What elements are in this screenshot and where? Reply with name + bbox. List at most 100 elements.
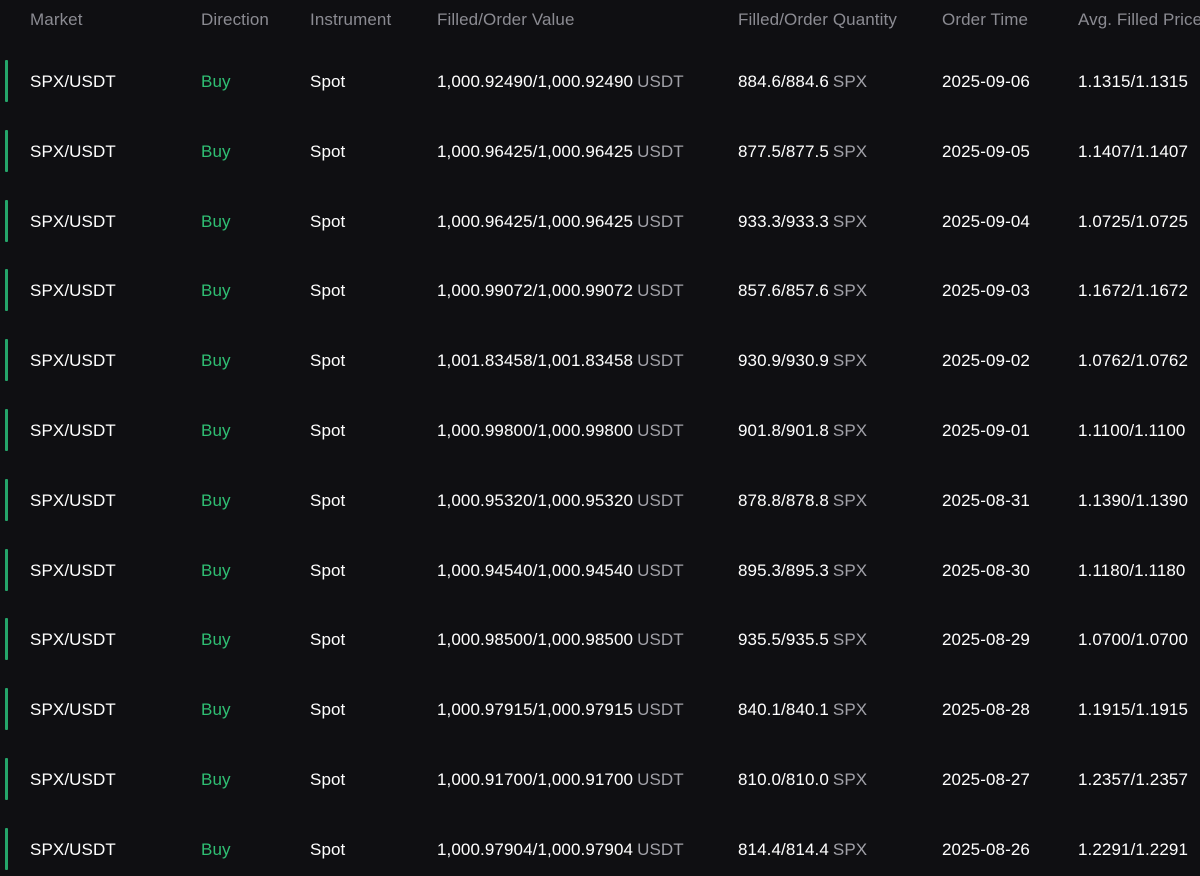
table-row[interactable]: SPX/USDT Buy Spot 1,000.92490/1,000.92490 US…	[0, 48, 1200, 116]
table-row[interactable]: SPX/USDT Buy Spot 1,000.98500/1,000.98500 US…	[0, 606, 1200, 674]
cell-filled-order-value: 1,001.83458/1,001.83458 USDT	[437, 351, 684, 371]
value-unit: USDT	[637, 72, 684, 91]
quantity-unit: SPX	[832, 490, 868, 510]
cell-instrument: Spot	[310, 700, 346, 720]
row-accent-bar	[5, 758, 8, 800]
row-accent-bar	[5, 129, 8, 172]
quantity-amount: 814.4/814.4	[738, 839, 829, 859]
row-accent-bar	[5, 618, 8, 661]
cell-avg-filled-price: 1.1100/1.1100	[1078, 421, 1186, 440]
column-header-quantity[interactable]: Filled/Order Quantity	[738, 10, 897, 30]
cell-filled-order-value: 1,000.94540/1,000.94540 USDT	[437, 561, 684, 581]
cell-order-time: 2025-09-06	[942, 72, 1030, 91]
value-unit: USDT	[637, 630, 684, 650]
column-header-value[interactable]: Filled/Order Value	[437, 10, 575, 30]
cell-filled-order-quantity: 857.6/857.6 SPX	[738, 281, 867, 301]
cell-direction: Buy	[201, 839, 231, 859]
table-row[interactable]: SPX/USDT Buy Spot 1,000.97904/1,000.97904 US…	[0, 816, 1200, 876]
cell-order-time: 2025-09-01	[942, 421, 1030, 440]
cell-direction: Buy	[201, 770, 231, 789]
cell-direction: Buy	[201, 211, 231, 231]
column-header-order-time[interactable]: Order Time	[942, 10, 1028, 30]
cell-market: SPX/USDT	[30, 560, 116, 580]
table-row[interactable]: SPX/USDT Buy Spot 1,000.99800/1,000.99800 US…	[0, 397, 1200, 465]
cell-avg-filled-price: 1.1315/1.1315	[1078, 72, 1189, 91]
cell-direction: Buy	[201, 560, 231, 580]
value-amount: 1,000.96425/1,000.96425	[437, 141, 634, 161]
cell-filled-order-value: 1,000.96425/1,000.96425 USDT	[437, 142, 684, 162]
cell-instrument: Spot	[310, 351, 346, 371]
quantity-unit: SPX	[832, 72, 868, 91]
column-header-direction[interactable]: Direction	[201, 10, 269, 30]
quantity-unit: SPX	[832, 421, 868, 440]
quantity-unit: SPX	[832, 281, 868, 301]
cell-filled-order-quantity: 840.1/840.1 SPX	[738, 700, 867, 720]
quantity-amount: 810.0/810.0	[738, 770, 829, 789]
cell-avg-filled-price: 1.1915/1.1915	[1078, 700, 1189, 720]
quantity-amount: 901.8/901.8	[738, 421, 829, 440]
cell-order-time: 2025-08-29	[942, 630, 1030, 650]
cell-market: SPX/USDT	[30, 770, 116, 789]
value-unit: USDT	[637, 490, 684, 510]
cell-avg-filled-price: 1.0700/1.0700	[1078, 630, 1189, 650]
table-row[interactable]: SPX/USDT Buy Spot 1,000.96425/1,000.96425 US…	[0, 188, 1200, 256]
table-row[interactable]: SPX/USDT Buy Spot 1,000.99072/1,000.99072 US…	[0, 257, 1200, 325]
value-amount: 1,000.99072/1,000.99072	[437, 281, 634, 301]
column-header-avg-price[interactable]: Avg. Filled Price	[1078, 10, 1200, 30]
cell-instrument: Spot	[310, 560, 346, 580]
cell-instrument: Spot	[310, 211, 346, 231]
cell-filled-order-value: 1,000.92490/1,000.92490 USDT	[437, 72, 684, 92]
cell-market: SPX/USDT	[30, 141, 116, 161]
cell-market: SPX/USDT	[30, 630, 116, 650]
table-row[interactable]: SPX/USDT Buy Spot 1,001.83458/1,001.83458 US…	[0, 327, 1200, 395]
cell-avg-filled-price: 1.1180/1.1180	[1078, 560, 1186, 580]
cell-filled-order-quantity: 884.6/884.6 SPX	[738, 72, 867, 92]
cell-direction: Buy	[201, 141, 231, 161]
value-amount: 1,000.96425/1,000.96425	[437, 211, 634, 231]
quantity-amount: 884.6/884.6	[738, 72, 829, 91]
cell-avg-filled-price: 1.1407/1.1407	[1078, 141, 1189, 161]
row-accent-bar	[5, 339, 8, 382]
cell-filled-order-value: 1,000.99800/1,000.99800 USDT	[437, 421, 684, 441]
cell-filled-order-quantity: 901.8/901.8 SPX	[738, 421, 867, 441]
row-accent-bar	[5, 478, 8, 521]
order-history-table: Market Direction Instrument Filled/Order…	[0, 0, 1200, 876]
cell-instrument: Spot	[310, 630, 346, 650]
cell-direction: Buy	[201, 351, 231, 371]
cell-market: SPX/USDT	[30, 351, 116, 371]
cell-order-time: 2025-09-03	[942, 281, 1030, 301]
value-unit: USDT	[637, 351, 684, 371]
value-amount: 1,000.94540/1,000.94540	[437, 560, 634, 580]
column-header-instrument[interactable]: Instrument	[310, 10, 391, 30]
cell-filled-order-value: 1,000.95320/1,000.95320 USDT	[437, 491, 684, 511]
cell-instrument: Spot	[310, 281, 346, 301]
cell-filled-order-quantity: 935.5/935.5 SPX	[738, 630, 867, 650]
table-row[interactable]: SPX/USDT Buy Spot 1,000.95320/1,000.95320 US…	[0, 467, 1200, 535]
cell-market: SPX/USDT	[30, 72, 116, 91]
cell-filled-order-value: 1,000.97915/1,000.97915 USDT	[437, 700, 684, 720]
value-amount: 1,000.98500/1,000.98500	[437, 630, 634, 650]
cell-order-time: 2025-09-05	[942, 141, 1030, 161]
table-row[interactable]: SPX/USDT Buy Spot 1,000.94540/1,000.94540 US…	[0, 537, 1200, 605]
cell-direction: Buy	[201, 281, 231, 301]
cell-instrument: Spot	[310, 770, 346, 789]
quantity-amount: 895.3/895.3	[738, 560, 829, 580]
cell-filled-order-value: 1,000.97904/1,000.97904 USDT	[437, 840, 684, 860]
column-header-market[interactable]: Market	[30, 10, 83, 30]
table-row[interactable]: SPX/USDT Buy Spot 1,000.96425/1,000.96425 US…	[0, 118, 1200, 186]
cell-market: SPX/USDT	[30, 281, 116, 301]
quantity-unit: SPX	[832, 211, 868, 231]
table-row[interactable]: SPX/USDT Buy Spot 1,000.97915/1,000.97915 US…	[0, 676, 1200, 744]
cell-order-time: 2025-09-02	[942, 351, 1030, 371]
table-row[interactable]: SPX/USDT Buy Spot 1,000.91700/1,000.91700 US…	[0, 746, 1200, 814]
row-accent-bar	[5, 60, 8, 102]
row-accent-bar	[5, 199, 8, 242]
cell-filled-order-quantity: 814.4/814.4 SPX	[738, 840, 867, 860]
cell-market: SPX/USDT	[30, 421, 116, 440]
cell-direction: Buy	[201, 490, 231, 510]
quantity-amount: 857.6/857.6	[738, 281, 829, 301]
cell-filled-order-quantity: 878.8/878.8 SPX	[738, 491, 867, 511]
cell-filled-order-value: 1,000.99072/1,000.99072 USDT	[437, 281, 684, 301]
cell-filled-order-quantity: 930.9/930.9 SPX	[738, 351, 867, 371]
cell-order-time: 2025-08-30	[942, 560, 1030, 580]
